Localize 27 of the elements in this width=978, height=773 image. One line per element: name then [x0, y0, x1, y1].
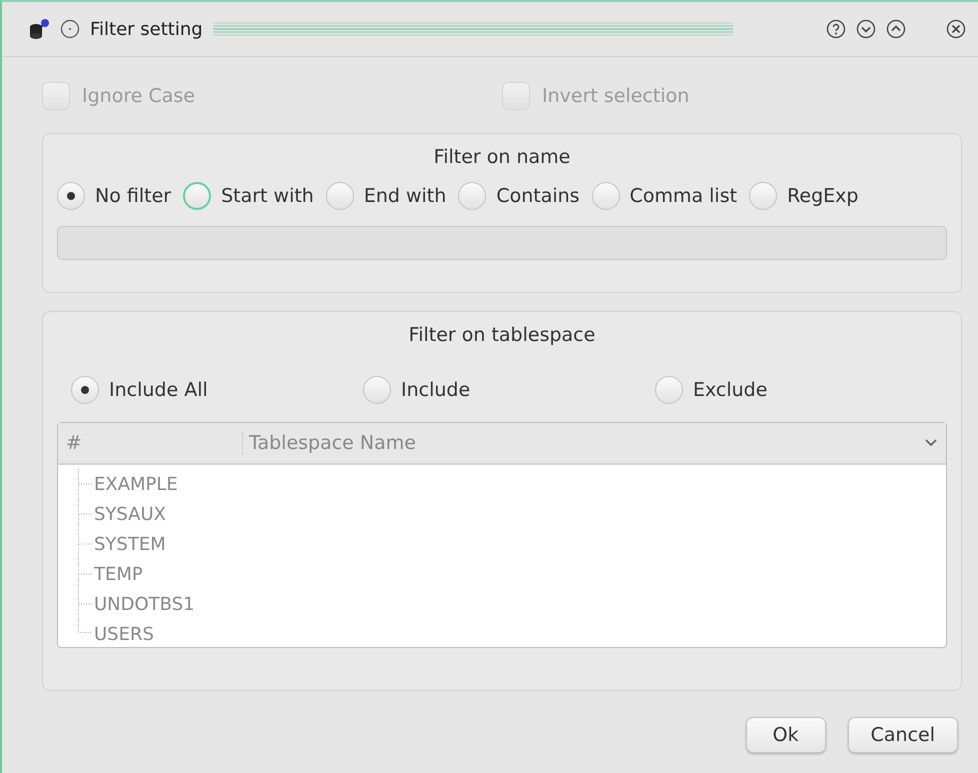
panel-title: Filter on tablespace [408, 324, 596, 346]
radio-button[interactable]: Include All [71, 376, 363, 404]
tablespace-name[interactable]: EXAMPLE [94, 474, 178, 494]
window-title: Filter setting [90, 18, 203, 40]
maximize-icon[interactable] [886, 19, 906, 39]
tablespace-name[interactable]: TEMP [94, 564, 143, 584]
radio-button[interactable]: Comma list [592, 182, 738, 210]
radio-button[interactable]: RegExp [749, 182, 858, 210]
tablespace-name[interactable]: USERS [94, 624, 154, 644]
menu-icon[interactable] [60, 19, 80, 39]
app-icon [28, 18, 50, 40]
dialog-button[interactable]: Ok [746, 717, 826, 753]
close-icon[interactable] [946, 19, 966, 39]
tablespace-name[interactable]: SYSTEM [94, 534, 166, 554]
radio-button[interactable]: No filter [57, 182, 172, 210]
radio-button[interactable]: Exclude [655, 376, 947, 404]
tablespace-name[interactable]: SYSAUX [94, 504, 166, 524]
panel-title: Filter on name [432, 146, 572, 168]
help-icon[interactable] [826, 19, 846, 39]
chevron-down-icon[interactable] [924, 438, 938, 448]
minimize-icon[interactable] [856, 19, 876, 39]
radio-button[interactable]: Contains [458, 182, 580, 210]
radio-button[interactable]: Include [363, 376, 655, 404]
radio-button[interactable]: Start with [183, 182, 314, 210]
dialog-button[interactable]: Cancel [848, 717, 958, 753]
tablespace-name[interactable]: UNDOTBS1 [94, 594, 195, 614]
radio-button[interactable]: End with [326, 182, 446, 210]
